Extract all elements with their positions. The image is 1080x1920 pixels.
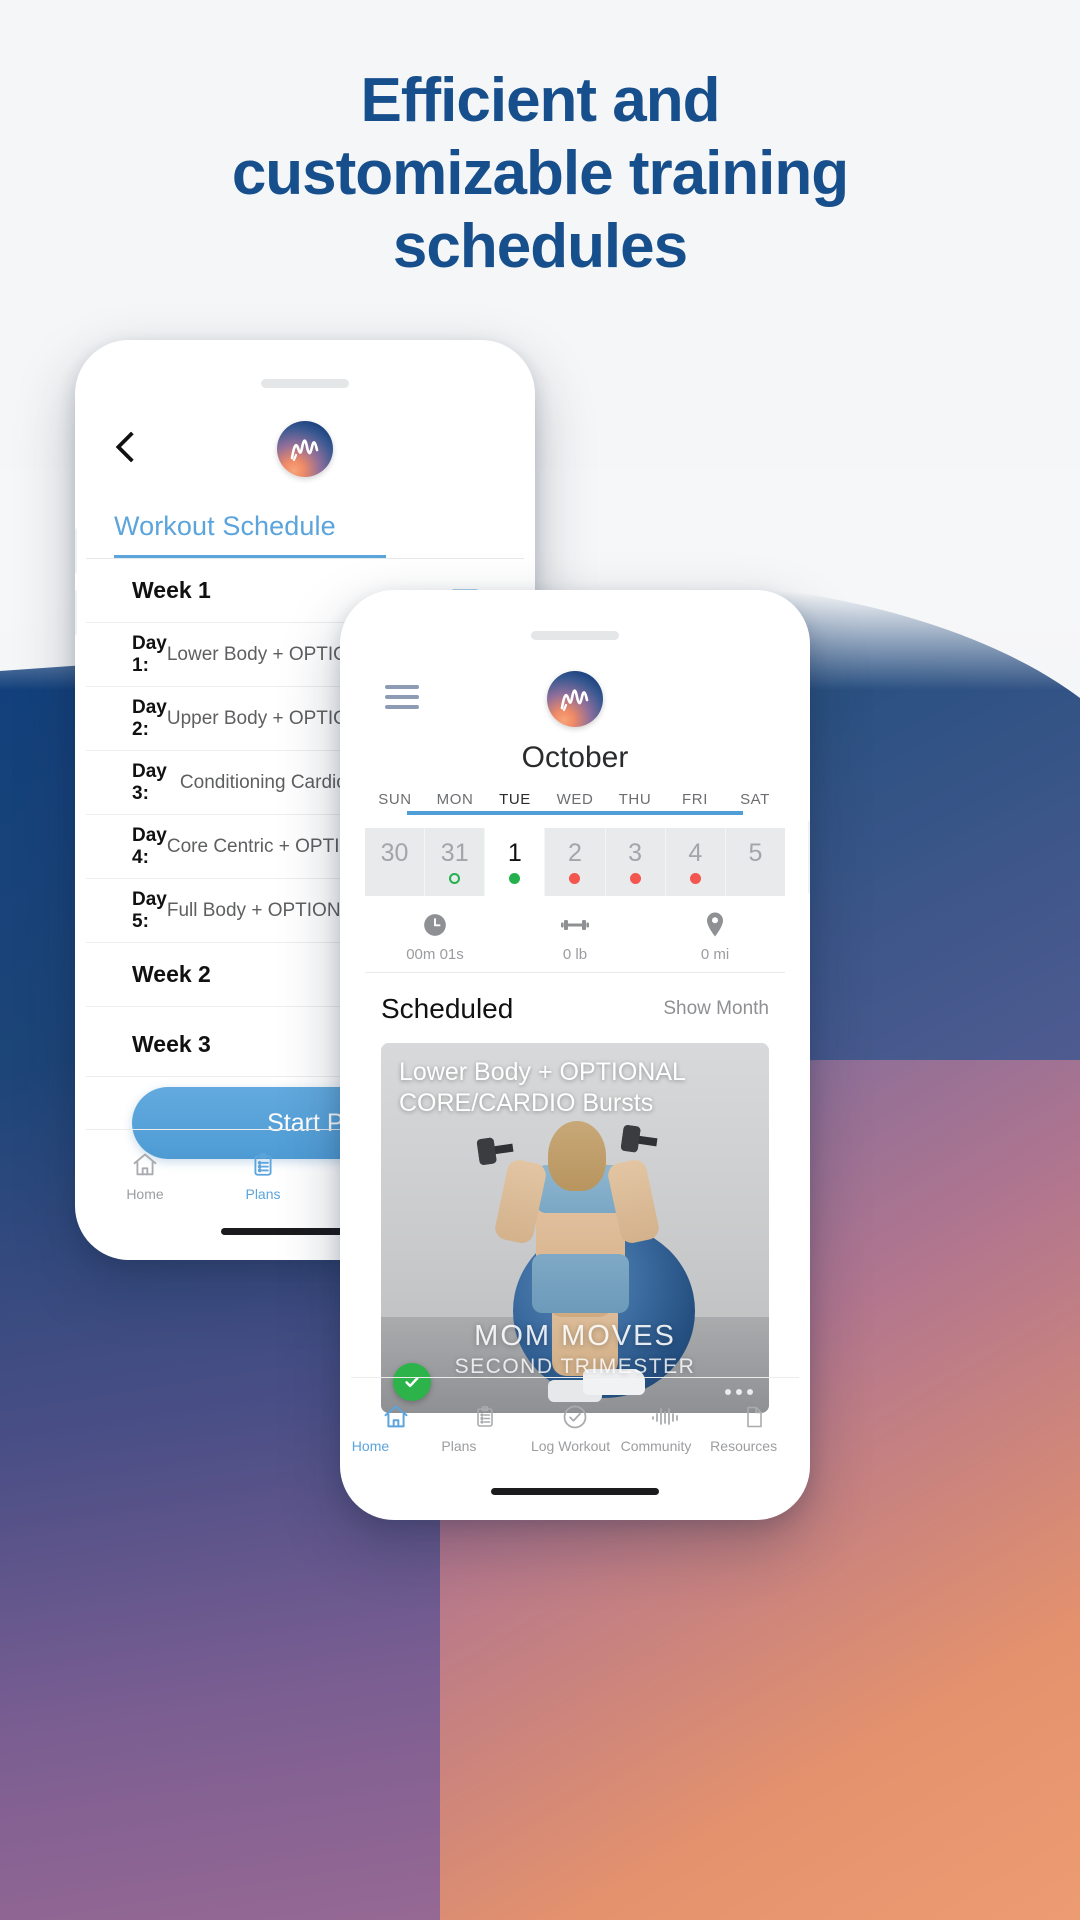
- stat-duration: 00m 01s: [365, 901, 505, 972]
- stat-weight-value: 0 lb: [562, 946, 588, 963]
- nav-item-community[interactable]: Community: [621, 1402, 709, 1454]
- dumbbell-icon: [560, 910, 590, 940]
- weekday-active-underline: [407, 811, 743, 815]
- calendar-date-cell[interactable]: 3: [605, 828, 666, 896]
- nav-item-plans[interactable]: Plans: [204, 1150, 322, 1202]
- calendar-date-cell[interactable]: 2: [545, 828, 606, 896]
- nav-item-home-label: Home: [126, 1185, 164, 1202]
- calendar-date-cell[interactable]: 4: [665, 828, 726, 896]
- headline-line-1: Efficient and: [360, 66, 720, 135]
- scheduled-title: Scheduled: [381, 993, 514, 1024]
- nav-item-home[interactable]: Home: [86, 1150, 204, 1202]
- nav-item-log-workout[interactable]: Log Workout: [531, 1402, 619, 1454]
- mom-moves-logo: [277, 421, 333, 477]
- location-pin-icon: [704, 910, 726, 940]
- date-number: 3: [628, 838, 643, 867]
- headline-line-3: schedules: [392, 212, 688, 282]
- workout-card-brand-line1: MOM MOVES: [474, 1320, 676, 1352]
- phone-mockup-home-calendar: October SUN MON TUE WED THU FRI SAT 30 3…: [340, 590, 810, 1520]
- nav-item-resources-label: Resources: [710, 1437, 778, 1454]
- workout-card-brand-line2: SECOND TRIMESTER: [454, 1355, 696, 1378]
- calendar-date-cell[interactable]: 5: [725, 828, 785, 896]
- stat-duration-value: 00m 01s: [406, 946, 464, 963]
- nav-item-home-label: Home: [351, 1437, 390, 1454]
- date-number: 2: [568, 838, 582, 867]
- week-label: Week 2: [132, 961, 211, 987]
- document-icon: [710, 1402, 798, 1432]
- date-number: 31: [440, 838, 469, 867]
- status-dot: [750, 873, 761, 884]
- tab-workout-schedule-label: Workout Schedule: [114, 511, 336, 541]
- calendar-date-cell-selected[interactable]: 1: [485, 828, 546, 896]
- tab-active-underline: [114, 555, 386, 558]
- nav-item-resources[interactable]: Resources: [710, 1402, 798, 1454]
- nav-item-community-label: Community: [620, 1437, 692, 1454]
- phone1-earpiece: [261, 379, 349, 388]
- week-label: Week 1: [132, 577, 211, 603]
- status-dot: [389, 873, 400, 884]
- weekday-tue[interactable]: TUE: [407, 791, 743, 815]
- phone1-topbar: [86, 407, 524, 495]
- waveform-icon: [621, 1402, 709, 1432]
- calendar-date-cell[interactable]: 30: [365, 828, 426, 896]
- date-number: 30: [380, 838, 409, 867]
- clipboard-icon: [441, 1402, 529, 1432]
- show-month-button[interactable]: Show Month: [663, 998, 799, 1020]
- scheduled-header: Scheduled Show Month: [351, 983, 799, 1035]
- stat-distance-value: 0 mi: [700, 946, 730, 963]
- date-number: 4: [688, 838, 703, 867]
- mom-moves-logo: [547, 671, 603, 727]
- date-number: 5: [748, 838, 763, 867]
- nav-item-home[interactable]: Home: [352, 1402, 440, 1454]
- check-circle-icon: [531, 1402, 619, 1432]
- clock-icon: [422, 910, 448, 940]
- status-dot-missed: [569, 872, 581, 884]
- day-label: Day 5:: [132, 888, 167, 932]
- daily-stats-row: 00m 01s 0 lb 0 mi: [365, 901, 785, 973]
- home-icon: [352, 1402, 440, 1432]
- home-icon: [86, 1150, 204, 1180]
- status-dot-complete: [509, 872, 521, 884]
- status-dot-missed: [629, 872, 641, 884]
- phone2-home-indicator: [491, 1488, 659, 1495]
- status-dot-partial: [449, 872, 461, 884]
- calendar-weekday-row: SUN MON TUE WED THU FRI SAT: [365, 791, 785, 815]
- headline-line-2: customizable training: [231, 139, 849, 209]
- stat-distance: 0 mi: [645, 901, 785, 972]
- scheduled-workout-card[interactable]: Lower Body + OPTIONAL CORE/CARDIO Bursts…: [381, 1043, 769, 1413]
- day-label: Day 1:: [132, 632, 167, 676]
- chevron-left-icon[interactable]: [114, 433, 140, 459]
- day-label: Day 2:: [132, 696, 167, 740]
- nav-item-plans-label: Plans: [441, 1437, 477, 1454]
- phone2-power-button[interactable]: [808, 820, 810, 894]
- calendar-date-row: 30 31 1 2 3 4 5: [365, 828, 785, 896]
- stat-weight: 0 lb: [505, 901, 645, 972]
- page-title: Efficient and customizable training sche…: [0, 64, 1080, 283]
- workout-card-title: Lower Body + OPTIONAL CORE/CARDIO Bursts: [399, 1058, 685, 1117]
- phone2-bottom-nav: Home Plans Log Workout Community Resourc…: [351, 1377, 799, 1469]
- nav-item-log-workout-label: Log Workout: [530, 1437, 611, 1454]
- phone2-topbar: [351, 659, 799, 739]
- date-number: 1: [507, 838, 522, 867]
- nav-item-plans-label: Plans: [245, 1185, 281, 1202]
- day-label: Day 3:: [132, 760, 167, 804]
- phone1-volume-up-button[interactable]: [75, 528, 77, 574]
- calendar-month-label: October: [521, 741, 629, 774]
- phone2-earpiece: [531, 631, 619, 640]
- weekday-tue-label: TUE: [499, 791, 531, 808]
- calendar-date-cell[interactable]: 31: [425, 828, 486, 896]
- hamburger-menu-icon[interactable]: [385, 685, 419, 709]
- phone1-volume-down-button[interactable]: [75, 590, 77, 636]
- week-label: Week 3: [132, 1031, 211, 1057]
- workout-card-brand: MOM MOVES SECOND TRIMESTER: [381, 1320, 769, 1379]
- status-dot-missed: [689, 872, 701, 884]
- nav-item-plans[interactable]: Plans: [441, 1402, 529, 1454]
- phone2-screen: October SUN MON TUE WED THU FRI SAT 30 3…: [351, 601, 799, 1509]
- day-label: Day 4:: [132, 824, 167, 868]
- clipboard-icon: [204, 1150, 322, 1180]
- tab-workout-schedule[interactable]: Workout Schedule: [86, 503, 524, 559]
